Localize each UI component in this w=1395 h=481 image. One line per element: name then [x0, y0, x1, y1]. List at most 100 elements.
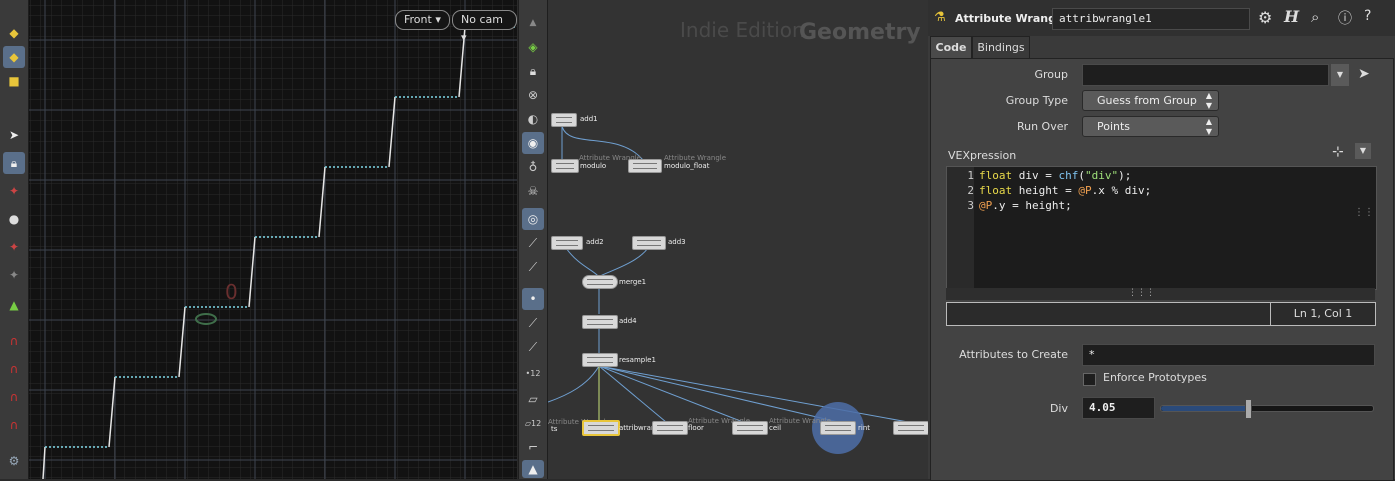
network-editor[interactable]: Indie Edition Geometry add1 Attribute Wr… [548, 0, 928, 479]
node-label: merge1 [619, 278, 647, 286]
prim-numbers-icon[interactable]: ▱12 [522, 412, 544, 434]
select-arrow-icon[interactable]: ➤ [1358, 66, 1370, 82]
group-type-label: Group Type [1005, 94, 1068, 107]
node-label: floor [688, 424, 704, 432]
node-merge1[interactable] [582, 275, 618, 289]
ghost-icon[interactable]: ⟋ [522, 256, 544, 278]
code-line: float height = @P.x % div; [979, 184, 1152, 197]
parameter-editor: ⚗ Attribute Wrangle attribwrangle1 ⚙ H ⌕… [928, 0, 1395, 481]
pose-tool-icon[interactable]: ◆ [3, 46, 25, 68]
scene-viewport[interactable]: 0 Front ▾ No cam ▾ [29, 0, 517, 479]
code-line: @P.y = height; [979, 199, 1072, 212]
snippet-menu-button[interactable]: ▼ [1355, 143, 1371, 159]
node-modulo[interactable] [551, 159, 579, 173]
div-value-field[interactable]: 4.05 [1082, 397, 1155, 419]
sphere-icon[interactable]: ● [3, 208, 25, 230]
horizontal-scrollbar[interactable] [946, 288, 1375, 300]
select-icon[interactable]: ◆ [3, 22, 25, 44]
node-name-field[interactable]: attribwrangle1 [1052, 8, 1250, 30]
display-options-icon[interactable]: ◈ [522, 36, 544, 58]
viewport-display-toolbar: ▲ ◈ 🔒︎ ⊗ ◐ ◉ ♁ ☠ ◎ ⟋ ⟋ • ⟋ ⟋ •12 ▱ ▱12 ⌐… [518, 0, 548, 479]
node-rint[interactable] [820, 421, 856, 435]
gear-icon[interactable]: ⚙ [1258, 8, 1272, 27]
code-line: float div = chf("div"); [979, 169, 1132, 182]
point-display-icon[interactable]: • [522, 288, 544, 310]
handle-tool-icon[interactable]: ■ [3, 70, 25, 92]
node-modulo-float[interactable] [628, 159, 662, 173]
attributes-to-create-field[interactable]: * [1082, 344, 1375, 366]
camera-menu-button[interactable]: No cam ▾ [452, 10, 517, 44]
lightbulb-icon[interactable]: ◉ [522, 132, 544, 154]
uv-display-icon[interactable]: ⌐ [522, 436, 544, 458]
scroll-up-icon[interactable]: ▲ [522, 12, 544, 34]
shading-icon[interactable]: ◐ [522, 108, 544, 130]
chevron-updown-icon: ▲ ▼ [1205, 117, 1212, 136]
node-label: add2 [586, 238, 604, 246]
run-over-menu[interactable]: Points ▲ ▼ [1082, 116, 1219, 137]
lock-icon[interactable]: 🔒︎ [3, 152, 25, 174]
node-add1[interactable] [551, 113, 577, 127]
visibility-icon[interactable]: ◎ [522, 208, 544, 230]
div-slider-handle[interactable] [1244, 399, 1252, 419]
node-label: resample1 [619, 356, 656, 364]
node-add3[interactable] [632, 236, 666, 250]
node-add4[interactable] [582, 315, 618, 329]
resize-grip-icon[interactable]: ⋮⋮ [1354, 207, 1374, 218]
node-resample1[interactable] [582, 353, 618, 367]
line-number: 1 [967, 169, 974, 182]
div-slider-fill [1161, 406, 1248, 411]
axis-zero-label: 0 [225, 280, 238, 304]
snap-icon[interactable]: ✦ [3, 180, 25, 202]
node-ceil[interactable] [732, 421, 768, 435]
group-type-menu[interactable]: Guess from Group ▲ ▼ [1082, 90, 1219, 111]
network-wires [548, 125, 909, 454]
gear-icon[interactable]: ⚙ [3, 450, 25, 472]
chevron-down-icon: ▾ [431, 13, 441, 26]
prim-display-icon[interactable]: ▱ [522, 388, 544, 410]
skull-icon[interactable]: ☠ [522, 180, 544, 202]
vex-code-editor[interactable]: 1 2 3 float div = chf("div"); float heigh… [946, 166, 1377, 290]
group-field[interactable] [1082, 64, 1329, 86]
add-spare-icon[interactable]: ⊹ [1332, 144, 1344, 160]
tab-bindings[interactable]: Bindings [972, 36, 1030, 59]
search-icon[interactable]: ⌕ [1311, 8, 1319, 26]
light-bulb-icon[interactable]: ♁ [522, 156, 544, 178]
magnet-snap-grid-icon[interactable]: ∩ [3, 330, 25, 352]
node-label: attribwran [619, 424, 656, 432]
div-slider[interactable] [1160, 399, 1374, 419]
normals-icon[interactable]: ⟋ [522, 312, 544, 334]
magnet-snap-icon[interactable]: ∩ [3, 414, 25, 436]
node-extra[interactable] [893, 421, 928, 435]
light-icon[interactable]: ✦ [3, 264, 25, 286]
tab-code[interactable]: Code [930, 36, 972, 59]
point-numbers-icon[interactable]: •12 [522, 362, 544, 384]
node-floor[interactable] [652, 421, 688, 435]
edition-watermark: Indie Edition [680, 18, 805, 42]
group-dropdown-button[interactable]: ▼ [1331, 64, 1349, 86]
close-circle-icon[interactable]: ⊗ [522, 84, 544, 106]
node-label: ts [551, 425, 558, 433]
camera-menu-label: No cam [461, 13, 503, 26]
select-arrow-icon[interactable]: ➤ [3, 124, 25, 146]
magnet-snap-point-icon[interactable]: ∩ [3, 386, 25, 408]
help-icon[interactable]: ? [1364, 8, 1371, 24]
info-icon[interactable]: ⓘ [1338, 8, 1352, 28]
magnet-snap-curve-icon[interactable]: ∩ [3, 358, 25, 380]
code-text: float div = chf("div"); float height = @P… [979, 168, 1151, 213]
node-add2[interactable] [551, 236, 583, 250]
splitter-grip-icon[interactable]: ⋮⋮⋮ [1128, 288, 1155, 298]
context-watermark: Geometry [799, 20, 921, 45]
vectors-icon[interactable]: ⟋ [522, 336, 544, 358]
lock-camera-icon[interactable]: 🔒︎ [522, 60, 544, 82]
geometry-icon[interactable]: ▲ [3, 294, 25, 316]
wrangle-node-icon: ⚗ [934, 10, 946, 25]
node-attribwrangle1[interactable] [582, 420, 620, 436]
line-number: 2 [967, 184, 974, 197]
enforce-prototypes-checkbox[interactable] [1083, 373, 1096, 386]
render-icon[interactable]: ✦ [3, 236, 25, 258]
help-h-icon[interactable]: H [1284, 7, 1299, 26]
viewport-canvas [29, 0, 517, 479]
template-icon[interactable]: ⟋ [522, 232, 544, 254]
more-options-icon[interactable]: ▲ [522, 460, 544, 478]
view-menu-button[interactable]: Front ▾ [395, 10, 450, 30]
